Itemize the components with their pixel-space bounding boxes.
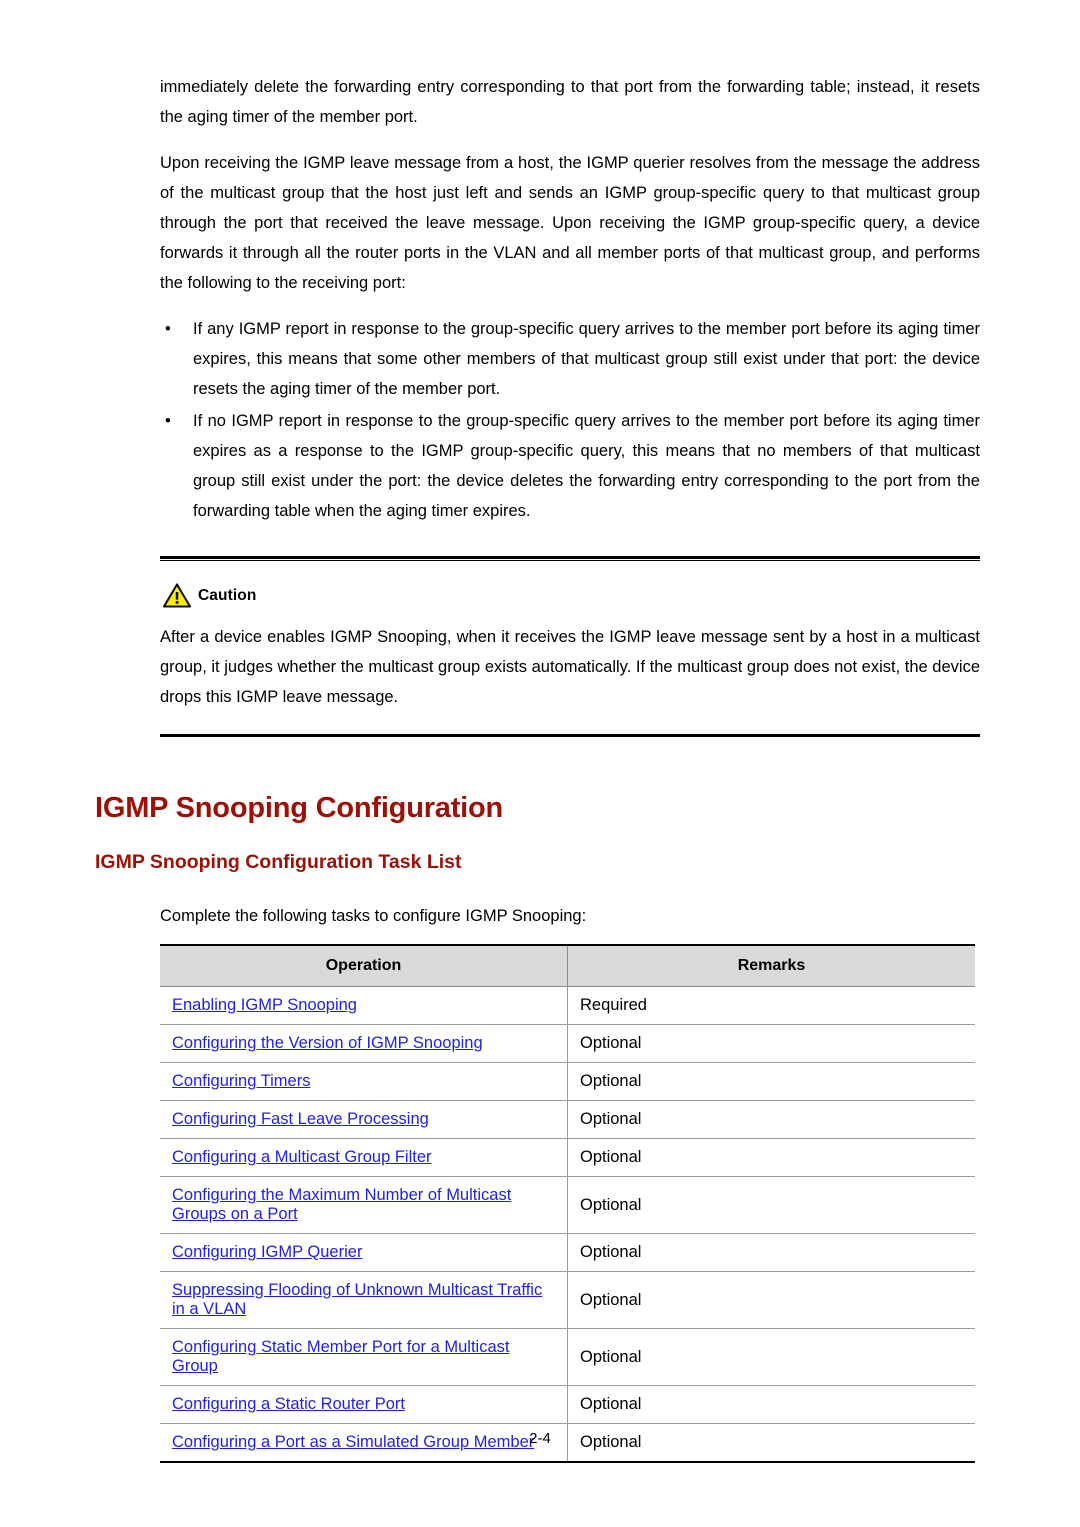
table-row: Configuring the Version of IGMP Snooping…: [160, 1024, 975, 1063]
remarks-cell: Optional: [567, 1328, 975, 1386]
bullet-icon: •: [165, 320, 171, 338]
task-link[interactable]: Configuring a Multicast Group Filter: [172, 1148, 432, 1166]
remarks-cell: Optional: [567, 1176, 975, 1234]
remarks-cell: Optional: [567, 1062, 975, 1101]
remarks-cell: Required: [567, 986, 975, 1025]
table-body: Enabling IGMP Snooping Required Configur…: [160, 986, 975, 1463]
operation-cell: Suppressing Flooding of Unknown Multicas…: [160, 1271, 568, 1329]
remarks-cell: Optional: [567, 1100, 975, 1139]
table-row: Suppressing Flooding of Unknown Multicas…: [160, 1271, 975, 1329]
task-link[interactable]: Configuring the Maximum Number of Multic…: [172, 1186, 511, 1223]
task-link[interactable]: Configuring Fast Leave Processing: [172, 1110, 429, 1128]
column-header-operation: Operation: [160, 944, 568, 987]
operation-cell: Configuring the Maximum Number of Multic…: [160, 1176, 568, 1234]
task-link[interactable]: Configuring Timers: [172, 1072, 310, 1090]
paragraph-1: immediately delete the forwarding entry …: [160, 78, 980, 126]
task-link[interactable]: Suppressing Flooding of Unknown Multicas…: [172, 1281, 542, 1318]
page-content: immediately delete the forwarding entry …: [95, 72, 980, 1463]
remarks-cell: Optional: [567, 1138, 975, 1177]
page-number: 2-4: [529, 1430, 551, 1447]
note-bottom-rule: [160, 734, 980, 737]
table-row: Configuring IGMP Querier Optional: [160, 1233, 975, 1272]
remarks-cell: Optional: [567, 1024, 975, 1063]
caution-header: Caution: [160, 561, 980, 622]
table-row: Configuring Static Member Port for a Mul…: [160, 1328, 975, 1386]
warning-triangle-icon: [162, 583, 192, 608]
table-header: Operation Remarks: [160, 944, 975, 987]
task-link[interactable]: Enabling IGMP Snooping: [172, 996, 357, 1014]
caution-label: Caution: [198, 586, 257, 604]
operation-cell: Configuring the Version of IGMP Snooping: [160, 1024, 568, 1063]
table-row: Enabling IGMP Snooping Required: [160, 986, 975, 1025]
caution-note: Caution After a device enables IGMP Snoo…: [160, 556, 980, 737]
task-link[interactable]: Configuring Static Member Port for a Mul…: [172, 1338, 509, 1375]
remarks-cell: Optional: [567, 1233, 975, 1272]
operation-cell: Enabling IGMP Snooping: [160, 986, 568, 1025]
document-page: immediately delete the forwarding entry …: [0, 0, 1080, 1527]
paragraph-2: Upon receiving the IGMP leave message fr…: [160, 154, 980, 292]
section-heading: IGMP Snooping Configuration Task List: [95, 851, 462, 873]
task-list-table: Operation Remarks Enabling IGMP Snooping…: [160, 944, 975, 1463]
table-row: Configuring Timers Optional: [160, 1062, 975, 1101]
remarks-cell: Optional: [567, 1271, 975, 1329]
table-row: Configuring Fast Leave Processing Option…: [160, 1100, 975, 1139]
list-item-text: If no IGMP report in response to the gro…: [193, 412, 980, 520]
task-link[interactable]: Configuring the Version of IGMP Snooping: [172, 1034, 483, 1052]
table-header-row: Operation Remarks: [160, 944, 975, 987]
task-link[interactable]: Configuring IGMP Querier: [172, 1243, 362, 1261]
table-row: Configuring a Static Router Port Optiona…: [160, 1385, 975, 1424]
caution-body: After a device enables IGMP Snooping, wh…: [160, 622, 980, 734]
remarks-cell: Optional: [567, 1385, 975, 1424]
operation-cell: Configuring Static Member Port for a Mul…: [160, 1328, 568, 1386]
operation-cell: Configuring IGMP Querier: [160, 1233, 568, 1272]
operation-cell: Configuring Timers: [160, 1062, 568, 1101]
operation-cell: Configuring Fast Leave Processing: [160, 1100, 568, 1139]
operation-cell: Configuring a Static Router Port: [160, 1385, 568, 1424]
operation-cell: Configuring a Multicast Group Filter: [160, 1138, 568, 1177]
column-header-remarks: Remarks: [567, 944, 975, 987]
bullet-list: • If any IGMP report in response to the …: [160, 314, 980, 526]
bullet-icon: •: [165, 412, 171, 430]
table-row: Configuring the Maximum Number of Multic…: [160, 1176, 975, 1234]
intro-text: Complete the following tasks to configur…: [160, 907, 587, 925]
list-item: • If no IGMP report in response to the g…: [160, 406, 980, 526]
caution-text: After a device enables IGMP Snooping, wh…: [160, 628, 980, 706]
task-link[interactable]: Configuring a Static Router Port: [172, 1395, 405, 1413]
list-item-text: If any IGMP report in response to the gr…: [193, 320, 980, 398]
list-item: • If any IGMP report in response to the …: [160, 314, 980, 404]
table-row: Configuring a Multicast Group Filter Opt…: [160, 1138, 975, 1177]
page-title: IGMP Snooping Configuration: [95, 792, 504, 824]
